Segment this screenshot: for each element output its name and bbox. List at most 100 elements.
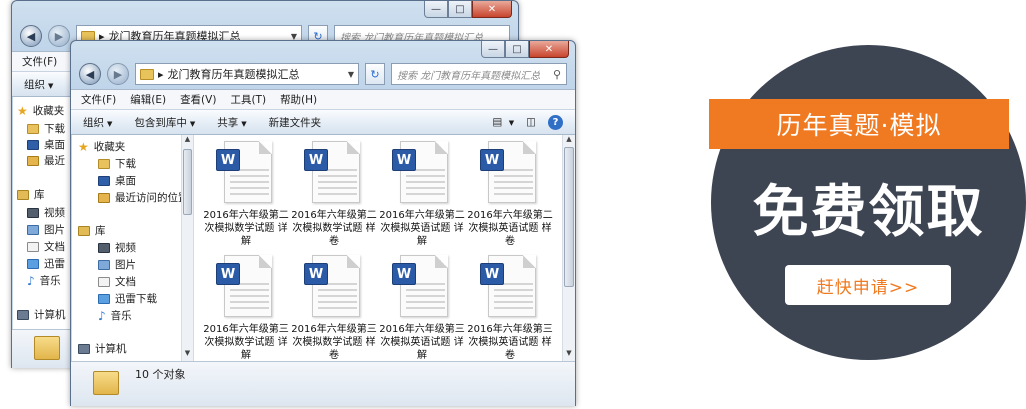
front-forward-button[interactable]: ▶ [107,63,129,85]
word-badge: W [216,263,240,285]
back-minimize-button[interactable]: — [424,1,448,18]
file-pane-scrollbar[interactable]: ▲ ▼ [562,135,575,361]
back-nav-downloads[interactable]: 下载 [27,121,65,136]
front-maximize-button[interactable]: □ [505,41,529,58]
nav-computer[interactable]: 计算机 [78,341,127,356]
back-nav-computer[interactable]: 计算机 [17,307,66,322]
front-minimize-button[interactable]: — [481,41,505,58]
front-command-bar: 组织 ▼ 包含到库中 ▼ 共享 ▼ 新建文件夹 ▤ ▼ ◫ ? [71,109,575,135]
file-item[interactable]: W 2016年六年级第二次模拟数学试题 详解 [202,141,290,248]
nav-desktop[interactable]: 桌面 [98,173,136,188]
back-status-folder-icon [34,336,60,360]
nav-downloads[interactable]: 下载 [98,156,136,171]
front-menu-bar: 文件(F) 编辑(E) 查看(V) 工具(T) 帮助(H) [71,89,575,109]
include-in-library-button[interactable]: 包含到库中 ▼ [134,115,195,130]
word-badge: W [392,263,416,285]
word-document-icon: W [392,255,452,317]
back-forward-button[interactable]: ▶ [48,25,70,47]
back-maximize-button[interactable]: □ [448,1,472,18]
file-name: 2016年六年级第二次模拟英语试题 样卷 [467,210,553,247]
promo-badge: 历年真题·模拟 免费领取 赶快申请>> [709,45,1026,360]
menu-tools[interactable]: 工具(T) [230,92,266,107]
back-nav-libraries[interactable]: 库 [17,187,45,202]
video-icon [27,207,39,218]
back-nav-documents[interactable]: 文档 [27,239,65,254]
back-window-controls: — □ ✕ [424,1,512,18]
word-badge: W [392,149,416,171]
front-search-input[interactable]: 搜索 龙门教育历年真题模拟汇总 ⚲ [391,63,567,85]
music-note-icon: ♪ [98,308,106,323]
back-nav-recent[interactable]: 最近 [27,153,65,168]
file-name: 2016年六年级第三次模拟英语试题 样卷 [467,324,553,361]
front-refresh-button[interactable]: ↻ [365,63,385,85]
nav-music[interactable]: ♪ 音乐 [98,308,132,323]
star-icon: ★ [17,103,28,118]
document-icon [98,276,110,287]
search-icon: ⚲ [552,67,561,81]
scroll-down-arrow-icon[interactable]: ▼ [563,349,575,361]
back-nav-music[interactable]: ♪ 音乐 [27,273,61,288]
computer-icon [17,309,29,320]
file-name: 2016年六年级第三次模拟数学试题 样卷 [291,324,377,361]
back-back-button[interactable]: ◀ [20,25,42,47]
share-button[interactable]: 共享 ▼ [217,115,246,130]
front-search-placeholder: 搜索 龙门教育历年真题模拟汇总 [397,70,541,82]
back-nav-favorites[interactable]: ★ 收藏夹 [17,103,64,118]
back-nav-videos[interactable]: 视频 [27,205,65,220]
nav-pane-scrollbar[interactable]: ▲ ▼ [181,135,193,361]
back-menu-file[interactable]: 文件(F) [22,54,57,69]
nav-libraries[interactable]: 库 [78,223,106,238]
front-navigation-pane: ★ 收藏夹 下载 桌面 最近访问的位置 库 视频 图片 文档 迅雷下载 ♪ 音乐 计… [72,135,194,361]
address-dropdown-icon[interactable]: ▼ [348,70,354,79]
front-address-bar[interactable]: ▸ 龙门教育历年真题模拟汇总 ▼ [135,63,359,85]
download-folder-icon [98,158,110,169]
front-explorer-window: — □ ✕ ◀ ▶ ▸ 龙门教育历年真题模拟汇总 ▼ ↻ 搜索 龙门教育历年真题… [70,40,576,406]
front-close-button[interactable]: ✕ [529,41,569,58]
music-note-icon: ♪ [27,273,35,288]
file-item[interactable]: W 2016年六年级第三次模拟数学试题 详解 [202,255,290,362]
back-organize-button[interactable]: 组织 ▼ [24,77,53,92]
file-item[interactable]: W 2016年六年级第二次模拟数学试题 样卷 [290,141,378,248]
front-status-bar: 10 个对象 [71,361,575,406]
nav-recent-places[interactable]: 最近访问的位置 [98,190,189,205]
nav-scroll-thumb[interactable] [183,149,192,215]
file-item[interactable]: W 2016年六年级第三次模拟英语试题 详解 [378,255,466,362]
download-folder-icon [27,123,39,134]
organize-button[interactable]: 组织 ▼ [83,115,112,130]
status-folder-icon [93,371,119,395]
menu-view[interactable]: 查看(V) [180,92,216,107]
file-item[interactable]: W 2016年六年级第二次模拟英语试题 详解 [378,141,466,248]
menu-edit[interactable]: 编辑(E) [130,92,166,107]
file-item[interactable]: W 2016年六年级第二次模拟英语试题 样卷 [466,141,554,248]
file-scroll-thumb[interactable] [564,147,574,287]
change-view-button[interactable]: ▤ ▼ [492,116,514,128]
front-back-button[interactable]: ◀ [79,63,101,85]
back-nav-pictures[interactable]: 图片 [27,222,65,237]
scroll-up-arrow-icon[interactable]: ▲ [182,135,193,147]
document-icon [27,241,39,252]
word-badge: W [480,263,504,285]
nav-favorites[interactable]: ★ 收藏夹 [78,139,125,154]
nav-thunder-downloads[interactable]: 迅雷下载 [98,291,157,306]
apply-now-button[interactable]: 赶快申请>> [785,265,951,305]
back-nav-desktop[interactable]: 桌面 [27,137,65,152]
back-nav-thunder[interactable]: 迅雷 [27,256,65,271]
scroll-down-arrow-icon[interactable]: ▼ [182,349,193,361]
word-document-icon: W [392,141,452,203]
menu-help[interactable]: 帮助(H) [280,92,317,107]
scroll-up-arrow-icon[interactable]: ▲ [563,135,575,147]
file-item[interactable]: W 2016年六年级第三次模拟数学试题 样卷 [290,255,378,362]
back-close-button[interactable]: ✕ [472,1,512,18]
nav-pictures[interactable]: 图片 [98,257,136,272]
help-icon[interactable]: ? [548,114,563,130]
front-address-path: 龙门教育历年真题模拟汇总 [167,68,300,81]
menu-file[interactable]: 文件(F) [81,92,116,107]
nav-videos[interactable]: 视频 [98,240,136,255]
file-item[interactable]: W 2016年六年级第三次模拟英语试题 样卷 [466,255,554,362]
front-navigation-row: ◀ ▶ ▸ 龙门教育历年真题模拟汇总 ▼ ↻ 搜索 龙门教育历年真题模拟汇总 ⚲ [79,63,567,85]
preview-pane-button[interactable]: ◫ [526,116,536,128]
front-window-controls: — □ ✕ [481,41,569,58]
new-folder-button[interactable]: 新建文件夹 [269,115,322,130]
nav-documents[interactable]: 文档 [98,274,136,289]
word-document-icon: W [304,255,364,317]
